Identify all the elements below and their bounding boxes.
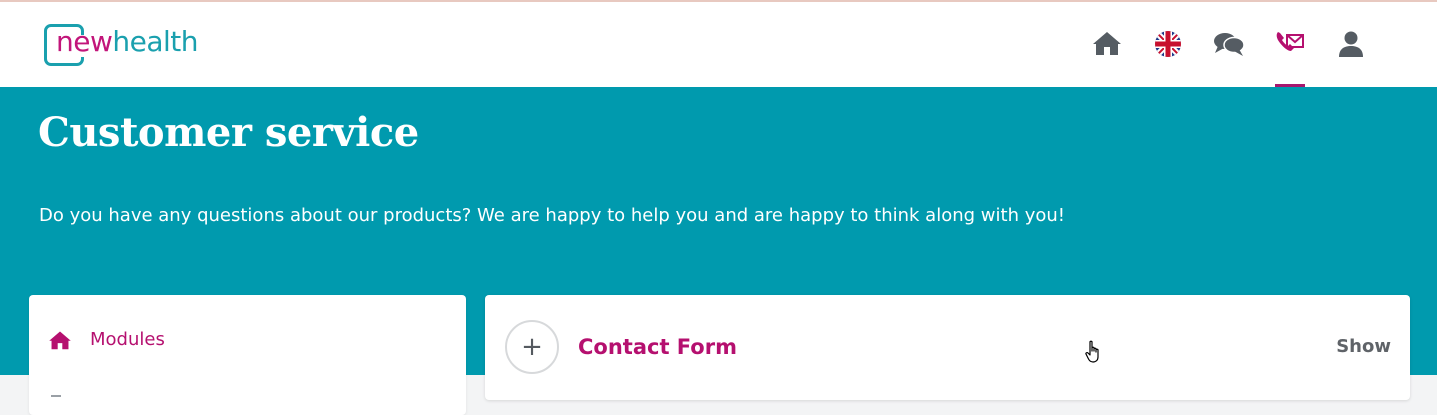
user-icon bbox=[1338, 31, 1363, 57]
contact-form-card[interactable]: + Contact Form Show bbox=[485, 295, 1410, 400]
sidebar-item-partial bbox=[51, 395, 61, 399]
nav-language[interactable] bbox=[1137, 2, 1198, 87]
expand-button[interactable]: + bbox=[505, 320, 559, 374]
nav-account[interactable] bbox=[1320, 2, 1381, 87]
page-title: Customer service bbox=[38, 109, 419, 156]
sidebar-item-modules[interactable]: Modules bbox=[48, 329, 165, 350]
sidebar-item-label: Modules bbox=[90, 329, 165, 350]
contact-mail-icon bbox=[1276, 32, 1304, 51]
nav-chat[interactable] bbox=[1198, 2, 1259, 87]
chat-icon bbox=[1213, 33, 1245, 56]
home-icon bbox=[1092, 32, 1121, 55]
sidebar: Modules bbox=[29, 295, 466, 415]
show-button[interactable]: Show bbox=[1336, 336, 1391, 357]
newhealth-logo[interactable]: newhealth bbox=[44, 24, 199, 68]
logo-text: newhealth bbox=[56, 25, 199, 58]
nav-home[interactable] bbox=[1076, 2, 1137, 87]
uk-flag-icon bbox=[1154, 31, 1181, 57]
nav-contact[interactable] bbox=[1259, 2, 1320, 87]
page-intro: Do you have any questions about our prod… bbox=[39, 205, 1065, 226]
home-icon bbox=[49, 331, 71, 349]
top-nav bbox=[1076, 2, 1381, 87]
header: newhealth bbox=[0, 2, 1437, 87]
hand-cursor-icon bbox=[1085, 340, 1099, 363]
card-title: Contact Form bbox=[578, 335, 737, 359]
